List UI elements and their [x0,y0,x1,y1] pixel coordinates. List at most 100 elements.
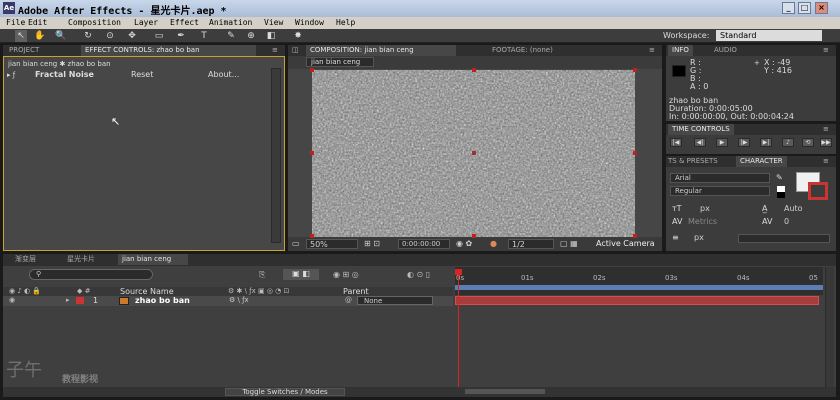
draft-3d-icon[interactable]: ◉ ⊞ ◎ [333,270,359,279]
eyedropper-icon[interactable]: ✎ [776,173,783,182]
first-frame-icon[interactable]: |◀ [670,138,682,147]
workspace-select[interactable]: Standard [716,30,822,41]
work-area-bar[interactable] [455,285,823,290]
source-name-header[interactable]: Source Name [120,287,174,296]
pan-behind-icon[interactable]: ✥ [126,30,138,42]
timecode-display[interactable]: 0:00:00:00 [398,239,450,249]
tracking-value[interactable]: 0 [784,217,789,226]
anchor-point[interactable] [472,151,476,155]
menu-composition[interactable]: Composition [68,18,121,27]
live-update-icon[interactable]: ▣ ◧ [283,269,319,280]
orbit-camera-icon[interactable]: ⊙ [104,30,116,42]
last-frame-icon[interactable]: ▶| [760,138,772,147]
clone-stamp-icon[interactable]: ⊕ [245,30,257,42]
selection-tool-icon[interactable]: ↖ [15,30,27,42]
snapshot-icon[interactable]: ◉ ✿ [456,239,472,248]
fx-toggle-icon[interactable]: ▸ ƒ [7,71,15,79]
tab-composition[interactable]: COMPOSITION: jian bian ceng [306,45,456,56]
font-family-select[interactable]: Arial [670,173,770,183]
stroke-color-swatch[interactable] [808,182,828,200]
effect-reset-link[interactable]: Reset [131,70,153,79]
puppet-pin-icon[interactable]: ✸ [292,30,304,42]
stroke-style-select[interactable] [738,234,830,243]
type-tool-icon[interactable]: T [198,30,210,42]
playhead[interactable] [458,270,459,390]
playhead-handle[interactable] [455,269,462,275]
lock-icon[interactable]: ◫ [288,45,303,56]
toggle-switches-modes-button[interactable]: Toggle Switches / Modes [225,388,345,396]
parent-header[interactable]: Parent [343,287,369,296]
menu-help[interactable]: Help [336,18,355,27]
ram-preview-icon[interactable]: ▶▶ [820,138,832,147]
visibility-icon[interactable]: ◉ [9,296,15,304]
roi-icon[interactable]: ▢ ▦ [560,239,578,248]
timeline-scrollbar[interactable] [825,267,834,394]
hand-tool-icon[interactable]: ✋ [34,30,46,42]
tab-info[interactable]: INFO [668,45,693,56]
pickwhip-icon[interactable]: @ [345,296,352,304]
tab-effect-controls[interactable]: EFFECT CONTROLS: zhao bo ban [81,45,256,56]
always-preview-icon[interactable]: ▭ [292,239,300,248]
comp-subtab[interactable]: jian bian ceng [306,57,374,67]
motion-blur-icon[interactable]: ◐ ⊙ ▯ [407,270,430,279]
tab-jian-bian-ceng[interactable]: jian bian ceng [118,254,188,265]
comp-mini-flowchart-icon[interactable]: ⎘ [259,270,265,280]
font-style-select[interactable]: Regular [670,186,770,196]
layer-handle[interactable] [310,68,314,72]
layer-name[interactable]: zhao bo ban [135,296,190,305]
tab-footage[interactable]: FOOTAGE: (none) [488,45,557,56]
prev-frame-icon[interactable]: ◀| [694,138,706,147]
zoom-slider[interactable] [465,389,545,394]
layer-search-input[interactable]: ⚲ [29,269,153,280]
layer-handle[interactable] [633,151,637,155]
vertical-scrollbar[interactable] [271,68,281,243]
tab-gradient-layer[interactable]: 渐变层 [11,254,40,265]
layer-switches[interactable]: ⚙ \ ƒx [229,296,249,304]
time-ruler[interactable] [455,267,823,295]
menu-window[interactable]: Window [295,18,324,27]
font-size-unit[interactable]: px [700,204,710,213]
menu-layer[interactable]: Layer [134,18,158,27]
layer-handle[interactable] [310,234,314,238]
panel-menu-icon[interactable]: ≡ [272,46,282,55]
audio-icon[interactable]: ♪ [782,138,794,147]
layer-handle[interactable] [472,234,476,238]
layer-handle[interactable] [472,68,476,72]
zoom-select[interactable]: 50% [306,239,358,249]
layer-handle[interactable] [633,68,637,72]
channel-icon[interactable]: ● [490,239,497,248]
play-icon[interactable]: ▶ [716,138,728,147]
menu-view[interactable]: View [264,18,283,27]
tab-audio[interactable]: AUDIO [710,45,741,56]
restore-button[interactable]: □ [798,2,811,14]
brush-tool-icon[interactable]: ✎ [225,30,237,42]
layer-handle[interactable] [633,234,637,238]
resolution-select[interactable]: 1/2 [508,239,554,249]
rotate-tool-icon[interactable]: ↻ [82,30,94,42]
stroke-width-unit[interactable]: px [694,233,704,242]
effect-name[interactable]: Fractal Noise [35,70,94,79]
tab-starlight-card[interactable]: 星光卡片 [63,254,99,265]
layer-label-color[interactable] [76,297,84,304]
close-button[interactable]: × [815,2,828,14]
parent-select[interactable]: None [357,296,433,305]
black-swatch[interactable] [777,192,785,198]
pen-tool-icon[interactable]: ✒ [175,30,187,42]
menu-edit[interactable]: Edit [28,18,47,27]
safe-margins-icon[interactable]: ⊞ ⊡ [364,239,380,248]
minimize-button[interactable]: _ [782,2,795,14]
layer-duration-bar[interactable] [455,296,819,305]
eraser-icon[interactable]: ◧ [265,30,277,42]
info-panel-menu-icon[interactable]: ≡ [823,46,833,55]
time-controls-menu-icon[interactable]: ≡ [823,125,833,134]
menu-file[interactable]: File [6,18,25,27]
rectangle-tool-icon[interactable]: ▭ [153,30,165,42]
tab-effects-presets[interactable]: TS & PRESETS [664,156,722,167]
leading-value[interactable]: Auto [784,204,803,213]
timeline-layer-row[interactable]: ◉ ▸ 1 zhao bo ban ⚙ \ ƒx @ None [3,296,453,306]
loop-icon[interactable]: ⟲ [802,138,814,147]
tab-time-controls[interactable]: TIME CONTROLS [668,124,734,135]
effect-about-link[interactable]: About... [208,70,239,79]
active-camera-select[interactable]: Active Camera [596,238,662,249]
comp-panel-menu-icon[interactable]: ≡ [649,46,659,55]
